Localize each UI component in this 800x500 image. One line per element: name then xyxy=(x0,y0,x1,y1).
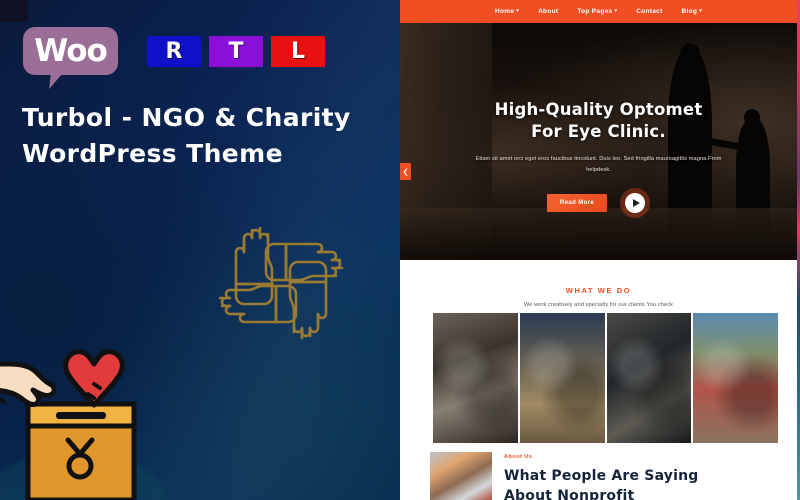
theme-preview-panel: Home ▾ About Top Pages ▾ Contact Blog ▾ xyxy=(400,0,800,500)
what-we-do-section: WHAT WE DO We work creatively and specia… xyxy=(400,260,797,308)
gallery-image-4[interactable] xyxy=(693,313,778,443)
photo-gallery xyxy=(433,313,778,443)
gallery-image-3[interactable] xyxy=(606,313,692,443)
hand-heart-donation-box-icon xyxy=(0,349,137,500)
nav-item-label: Blog xyxy=(681,8,698,15)
hero-content: High-Quality Optomet For Eye Clinic. Eti… xyxy=(400,23,797,260)
chevron-down-icon: ▾ xyxy=(699,7,703,14)
hero-slider: ❮ High-Quality Optomet For Eye Clinic. E… xyxy=(400,23,797,260)
about-us-thumbnail xyxy=(430,452,492,500)
hero-title: High-Quality Optomet For Eye Clinic. xyxy=(495,99,703,144)
slider-prev-button[interactable]: ❮ xyxy=(400,163,411,180)
woocommerce-badge-tail xyxy=(49,73,63,89)
play-triangle xyxy=(632,199,640,207)
nav-item-label: Home xyxy=(494,8,515,15)
nav-item-contact[interactable]: Contact xyxy=(636,8,662,15)
promo-title-line-2: WordPress Theme xyxy=(22,139,283,169)
rtl-chip-l: L xyxy=(271,36,325,67)
theme-promo-panel: Woo R T L Turbol - NGO & Charity WordPre… xyxy=(0,0,400,500)
gallery-image-2[interactable] xyxy=(519,313,605,443)
play-video-button[interactable] xyxy=(620,188,651,218)
read-more-button[interactable]: Read More xyxy=(546,194,608,212)
hero-paragraph: Etiam sit amet orci eget eros faucibus t… xyxy=(471,154,726,177)
chevron-down-icon: ▾ xyxy=(614,7,618,14)
rtl-letter: L xyxy=(290,38,306,64)
promo-title: Turbol - NGO & Charity WordPress Theme xyxy=(22,100,372,173)
corner-accent xyxy=(0,0,28,22)
nav-item-label: About xyxy=(538,8,559,15)
hero-title-line-2: For Eye Clinic. xyxy=(531,122,666,142)
rtl-chip-r: R xyxy=(147,36,201,67)
play-icon xyxy=(625,193,646,213)
hero-title-line-1: High-Quality Optomet xyxy=(494,100,703,119)
about-us-section: About Us What People Are Saying About No… xyxy=(400,452,797,500)
what-we-do-subtitle: We work creatively and specialty for our… xyxy=(523,302,674,308)
nav-item-blog[interactable]: Blog ▾ xyxy=(682,8,702,15)
nav-item-home[interactable]: Home ▾ xyxy=(495,8,519,15)
nav-item-label: Contact xyxy=(636,8,663,15)
about-us-heading-line-1: What People Are Saying xyxy=(504,468,699,484)
rtl-badge-group: R T L xyxy=(147,36,325,67)
woocommerce-badge-label: Woo xyxy=(34,32,108,69)
four-hands-unity-icon xyxy=(218,226,344,340)
gallery-image-1[interactable] xyxy=(433,313,518,443)
hero-paragraph-line-1: Etiam sit amet orci eget eros faucibus t… xyxy=(475,155,655,162)
nav-item-label: Top Pages xyxy=(577,8,613,15)
rtl-letter: R xyxy=(165,38,183,64)
about-us-kicker: About Us xyxy=(504,454,533,460)
rtl-chip-t: T xyxy=(209,36,263,67)
chevron-down-icon: ▾ xyxy=(516,7,520,14)
woocommerce-badge: Woo xyxy=(23,27,118,75)
nav-item-top-pages[interactable]: Top Pages ▾ xyxy=(577,8,617,15)
about-us-heading-line-2: About Nonprofit xyxy=(504,488,635,500)
rtl-letter: T xyxy=(228,38,244,64)
what-we-do-kicker: WHAT WE DO xyxy=(565,286,632,295)
screenshot-stage: Woo R T L Turbol - NGO & Charity WordPre… xyxy=(0,0,800,500)
site-navbar: Home ▾ About Top Pages ▾ Contact Blog ▾ xyxy=(400,0,797,23)
about-us-text: About Us What People Are Saying About No… xyxy=(504,454,764,500)
nav-item-about[interactable]: About xyxy=(538,8,558,15)
promo-title-line-1: Turbol - NGO & Charity xyxy=(22,103,351,132)
hero-actions: Read More xyxy=(546,188,651,218)
about-us-heading: What People Are Saying About Nonprofit xyxy=(504,466,764,500)
